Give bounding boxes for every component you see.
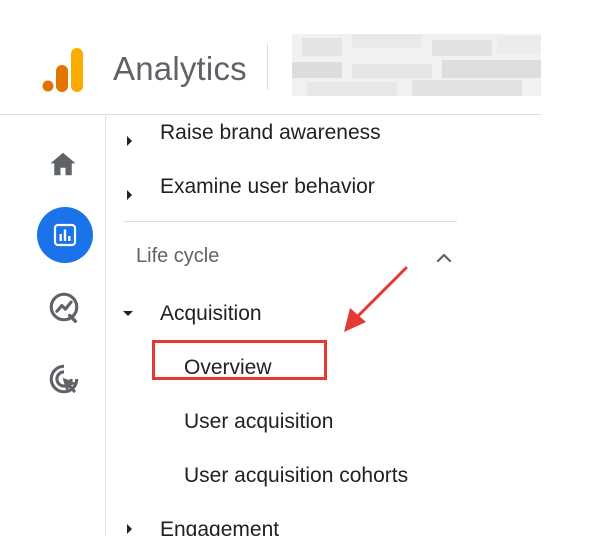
- report-navigation: Raise brand awareness Examine user behav…: [106, 115, 541, 536]
- collapse-caret-icon: [123, 311, 133, 316]
- nav-subitem-label: User acquisition cohorts: [184, 464, 409, 487]
- rail-advertising-button[interactable]: [36, 351, 92, 407]
- reports-icon: [53, 223, 77, 247]
- header: Analytics: [0, 0, 591, 114]
- app-title: Analytics: [113, 50, 247, 87]
- rail-explore-button[interactable]: [36, 279, 92, 335]
- expand-caret-icon: [127, 136, 132, 146]
- title-divider: [267, 44, 268, 90]
- right-margin: [541, 114, 591, 536]
- rail-home-button[interactable]: [35, 136, 91, 192]
- expand-caret-icon: [127, 190, 132, 200]
- nav-item-engagement[interactable]: Engagement: [106, 503, 541, 536]
- annotation-highlight-box: [152, 340, 327, 380]
- analytics-logo-icon[interactable]: [41, 48, 87, 92]
- section-divider: [124, 221, 457, 222]
- nav-subitem-user-acquisition-cohorts[interactable]: User acquisition cohorts: [106, 449, 541, 503]
- nav-item-label: Acquisition: [160, 302, 262, 325]
- advertising-icon: [49, 364, 79, 394]
- left-rail: [0, 115, 105, 536]
- nav-item-label: Raise brand awareness: [160, 121, 381, 144]
- home-icon: [50, 152, 76, 176]
- annotation-arrow-icon: [344, 266, 408, 332]
- nav-item-label: Examine user behavior: [160, 175, 375, 198]
- account-selector-blurred[interactable]: [292, 34, 541, 96]
- nav-item-acquisition[interactable]: Acquisition: [106, 287, 541, 341]
- section-title-life-cycle[interactable]: Life cycle: [136, 245, 219, 268]
- nav-subitem-label: User acquisition: [184, 410, 334, 433]
- nav-item-raise-brand-awareness[interactable]: Raise brand awareness: [106, 115, 541, 169]
- rail-reports-button[interactable]: [37, 207, 93, 263]
- explore-icon: [49, 292, 79, 323]
- chevron-up-icon[interactable]: [434, 248, 454, 268]
- nav-item-label: Engagement: [160, 518, 280, 536]
- nav-subitem-user-acquisition[interactable]: User acquisition: [106, 395, 541, 449]
- expand-caret-icon: [127, 524, 132, 534]
- nav-item-examine-user-behavior[interactable]: Examine user behavior: [106, 169, 541, 223]
